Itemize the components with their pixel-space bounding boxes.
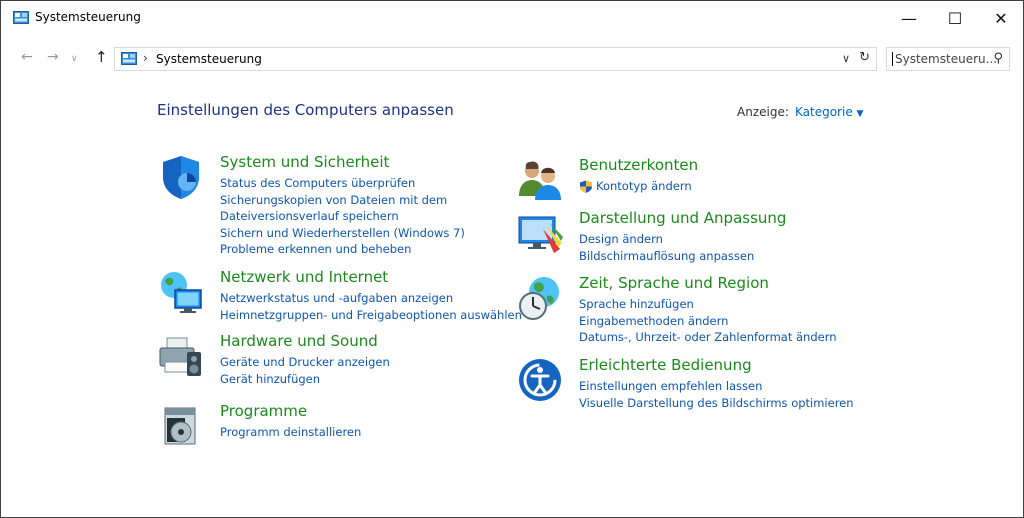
link-list: Design ändern Bildschirmauflösung anpass… [579,231,754,264]
appearance-monitor-icon [518,216,563,253]
refresh-icon[interactable]: ↻ [859,50,870,65]
link-screen-resolution[interactable]: Bildschirmauflösung anpassen [579,248,754,265]
dropdown-arrow-icon: ▼ [856,109,864,119]
programs-disc-icon [164,407,196,445]
users-icon [519,161,561,200]
arrow-left-icon[interactable]: ← [21,49,33,65]
link-list: Einstellungen empfehlen lassen Visuelle … [579,378,854,411]
category-title[interactable]: Benutzerkonten [579,156,698,174]
link-uninstall-program[interactable]: Programm deinstallieren [220,424,361,441]
link-list: Status des Computers überprüfen Sicherun… [220,175,465,258]
arrow-up-icon[interactable]: ↑ [95,48,108,66]
category-title[interactable]: Hardware und Sound [220,332,378,350]
link-list: Programm deinstallieren [220,424,361,441]
control-panel-icon [121,52,137,65]
printer-speaker-icon [159,337,201,376]
minimize-button[interactable]: — [887,1,931,35]
search-placeholder: Systemsteueru... [892,52,997,66]
link-change-theme[interactable]: Design ändern [579,231,754,248]
maximize-button[interactable]: ☐ [933,1,977,35]
link-troubleshoot[interactable]: Probleme erkennen und beheben [220,241,465,258]
link-list: Geräte und Drucker anzeigen Gerät hinzuf… [220,354,390,387]
control-panel-window: Systemsteuerung — ☐ ✕ ← → ∨ ↑ › Systemst… [0,0,1024,518]
link-add-device[interactable]: Gerät hinzufügen [220,371,390,388]
title-bar: Systemsteuerung — ☐ ✕ [1,1,1023,35]
ease-of-access-icon [519,359,561,401]
navigation-bar: ← → ∨ ↑ › Systemsteuerung ∨ ↻ Systemsteu… [1,45,1023,73]
link-devices-printers[interactable]: Geräte und Drucker anzeigen [220,354,390,371]
link-backup-restore[interactable]: Sichern und Wiederherstellen (Windows 7) [220,225,465,242]
category-title[interactable]: Programme [220,402,307,420]
link-list: Sprache hinzufügen Eingabemethoden änder… [579,296,837,346]
link-input-methods[interactable]: Eingabemethoden ändern [579,313,837,330]
link-status-check[interactable]: Status des Computers überprüfen [220,175,465,192]
link-label: Kontotyp ändern [596,179,692,193]
link-date-time-format[interactable]: Datums-, Uhrzeit- oder Zahlenformat ände… [579,329,837,346]
link-backup-line1[interactable]: Sicherungskopien von Dateien mit dem [220,192,465,209]
search-icon[interactable]: ⚲ [993,51,1003,66]
window-title: Systemsteuerung [35,10,141,24]
clock-globe-icon [519,277,559,320]
view-value: Kategorie [795,105,853,119]
link-add-language[interactable]: Sprache hinzufügen [579,296,837,313]
search-input[interactable]: Systemsteueru... ⚲ [886,47,1010,71]
uac-shield-icon [580,180,592,193]
link-list: Netzwerkstatus und -aufgaben anzeigen He… [220,290,522,323]
chevron-down-icon[interactable]: ∨ [71,54,78,64]
breadcrumb[interactable]: Systemsteuerung [156,52,262,66]
link-recommend-settings[interactable]: Einstellungen empfehlen lassen [579,378,854,395]
category-title[interactable]: System und Sicherheit [220,153,389,171]
link-change-account-type[interactable]: Kontotyp ändern [579,178,692,195]
link-backup-line2[interactable]: Dateiversionsverlauf speichern [220,208,465,225]
arrow-right-icon[interactable]: → [47,49,59,65]
category-title[interactable]: Darstellung und Anpassung [579,209,786,227]
view-dropdown[interactable]: Kategorie ▼ [795,105,863,119]
category-title[interactable]: Erleichterte Bedienung [579,356,752,374]
category-title[interactable]: Zeit, Sprache und Region [579,274,769,292]
link-homegroup-sharing[interactable]: Heimnetzgruppen- und Freigabeoptionen au… [220,307,522,324]
close-button[interactable]: ✕ [979,1,1023,35]
link-list: Kontotyp ändern [579,178,692,195]
link-network-status[interactable]: Netzwerkstatus und -aufgaben anzeigen [220,290,522,307]
category-title[interactable]: Netzwerk und Internet [220,268,388,286]
address-dropdown-icon[interactable]: ∨ [842,52,850,65]
page-title: Einstellungen des Computers anpassen [157,101,454,119]
shield-icon [163,156,199,199]
breadcrumb-separator-icon[interactable]: › [143,51,148,65]
address-bar[interactable]: › Systemsteuerung ∨ ↻ [114,47,877,71]
control-panel-icon [13,11,29,24]
view-label: Anzeige: [737,105,789,119]
network-globe-icon [161,272,202,313]
link-optimize-display[interactable]: Visuelle Darstellung des Bildschirms opt… [579,395,854,412]
